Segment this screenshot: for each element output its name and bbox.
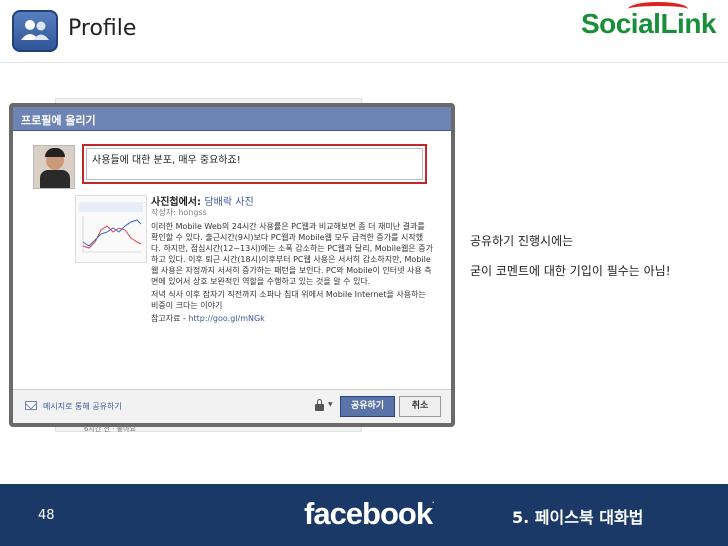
post-meta: 6시간 전 · 좋아요: [84, 425, 136, 433]
post-author: 작성자: hongss: [151, 208, 207, 217]
page-title: Profile: [68, 16, 137, 41]
avatar: [33, 145, 75, 189]
description-paragraph: 저녁 식사 이후 잠자기 직전까지 소파나 침대 위에서 Mobile Inte…: [151, 290, 426, 310]
envelope-icon: [25, 401, 37, 410]
chevron-down-icon[interactable]: ▼: [328, 401, 333, 408]
dialog-footer: 메시지로 통해 공유하기 ▼ 공유하기 취소: [13, 389, 451, 423]
note-line-2: 굳이 코멘트에 대한 기입이 필수는 아님!: [470, 264, 671, 278]
page-number: 48: [38, 508, 55, 523]
share-dialog: 프로필에 올리기 사용들에 대한 분포, 매우 중요하죠! 사진첩에서: 담배락…: [13, 107, 451, 423]
reference-line: 참고자료 - http://goo.gl/mNGk: [151, 313, 433, 324]
reference-label: 참고자료 -: [151, 314, 189, 323]
note-line-1: 공유하기 진행시에는: [470, 234, 574, 248]
post-description: 이러한 Mobile Web의 24시간 사용률은 PC웹과 비교해보면 좀 더…: [151, 221, 433, 326]
post-title: 사진첩에서: 담배락 사진: [151, 193, 254, 208]
brand-part2: Link: [660, 8, 716, 39]
dialog-title: 프로필에 올리기: [13, 107, 451, 131]
chapter-title: 5. 페이스북 대화법: [512, 508, 644, 527]
facebook-logo: facebook.: [304, 496, 434, 532]
facebook-wordmark: facebook: [304, 496, 433, 531]
description-paragraph: 이러한 Mobile Web의 24시간 사용률은 PC웹과 비교해보면 좀 더…: [151, 222, 433, 286]
reference-link[interactable]: http://goo.gl/mNGk: [188, 314, 264, 323]
profile-people-icon: [12, 10, 58, 52]
socialink-logo: SocialLink: [580, 8, 717, 40]
cancel-button[interactable]: 취소: [399, 396, 441, 417]
share-button[interactable]: 공유하기: [340, 396, 395, 417]
comment-input[interactable]: 사용들에 대한 분포, 매우 중요하죠!: [82, 144, 427, 184]
share-via-message-link[interactable]: 메시지로 통해 공유하기: [43, 401, 122, 412]
post-title-link[interactable]: 담배락 사진: [204, 197, 253, 208]
lock-icon[interactable]: [315, 399, 324, 411]
comment-text: 사용들에 대한 분포, 매우 중요하죠!: [92, 155, 241, 166]
header-divider: [0, 62, 728, 63]
post-thumbnail-chart: [75, 195, 147, 263]
footer-bar: 48 facebook. 5. 페이스북 대화법: [0, 484, 728, 546]
facebook-logo-mark: .: [432, 496, 435, 505]
brand-part1: Social: [580, 8, 661, 39]
